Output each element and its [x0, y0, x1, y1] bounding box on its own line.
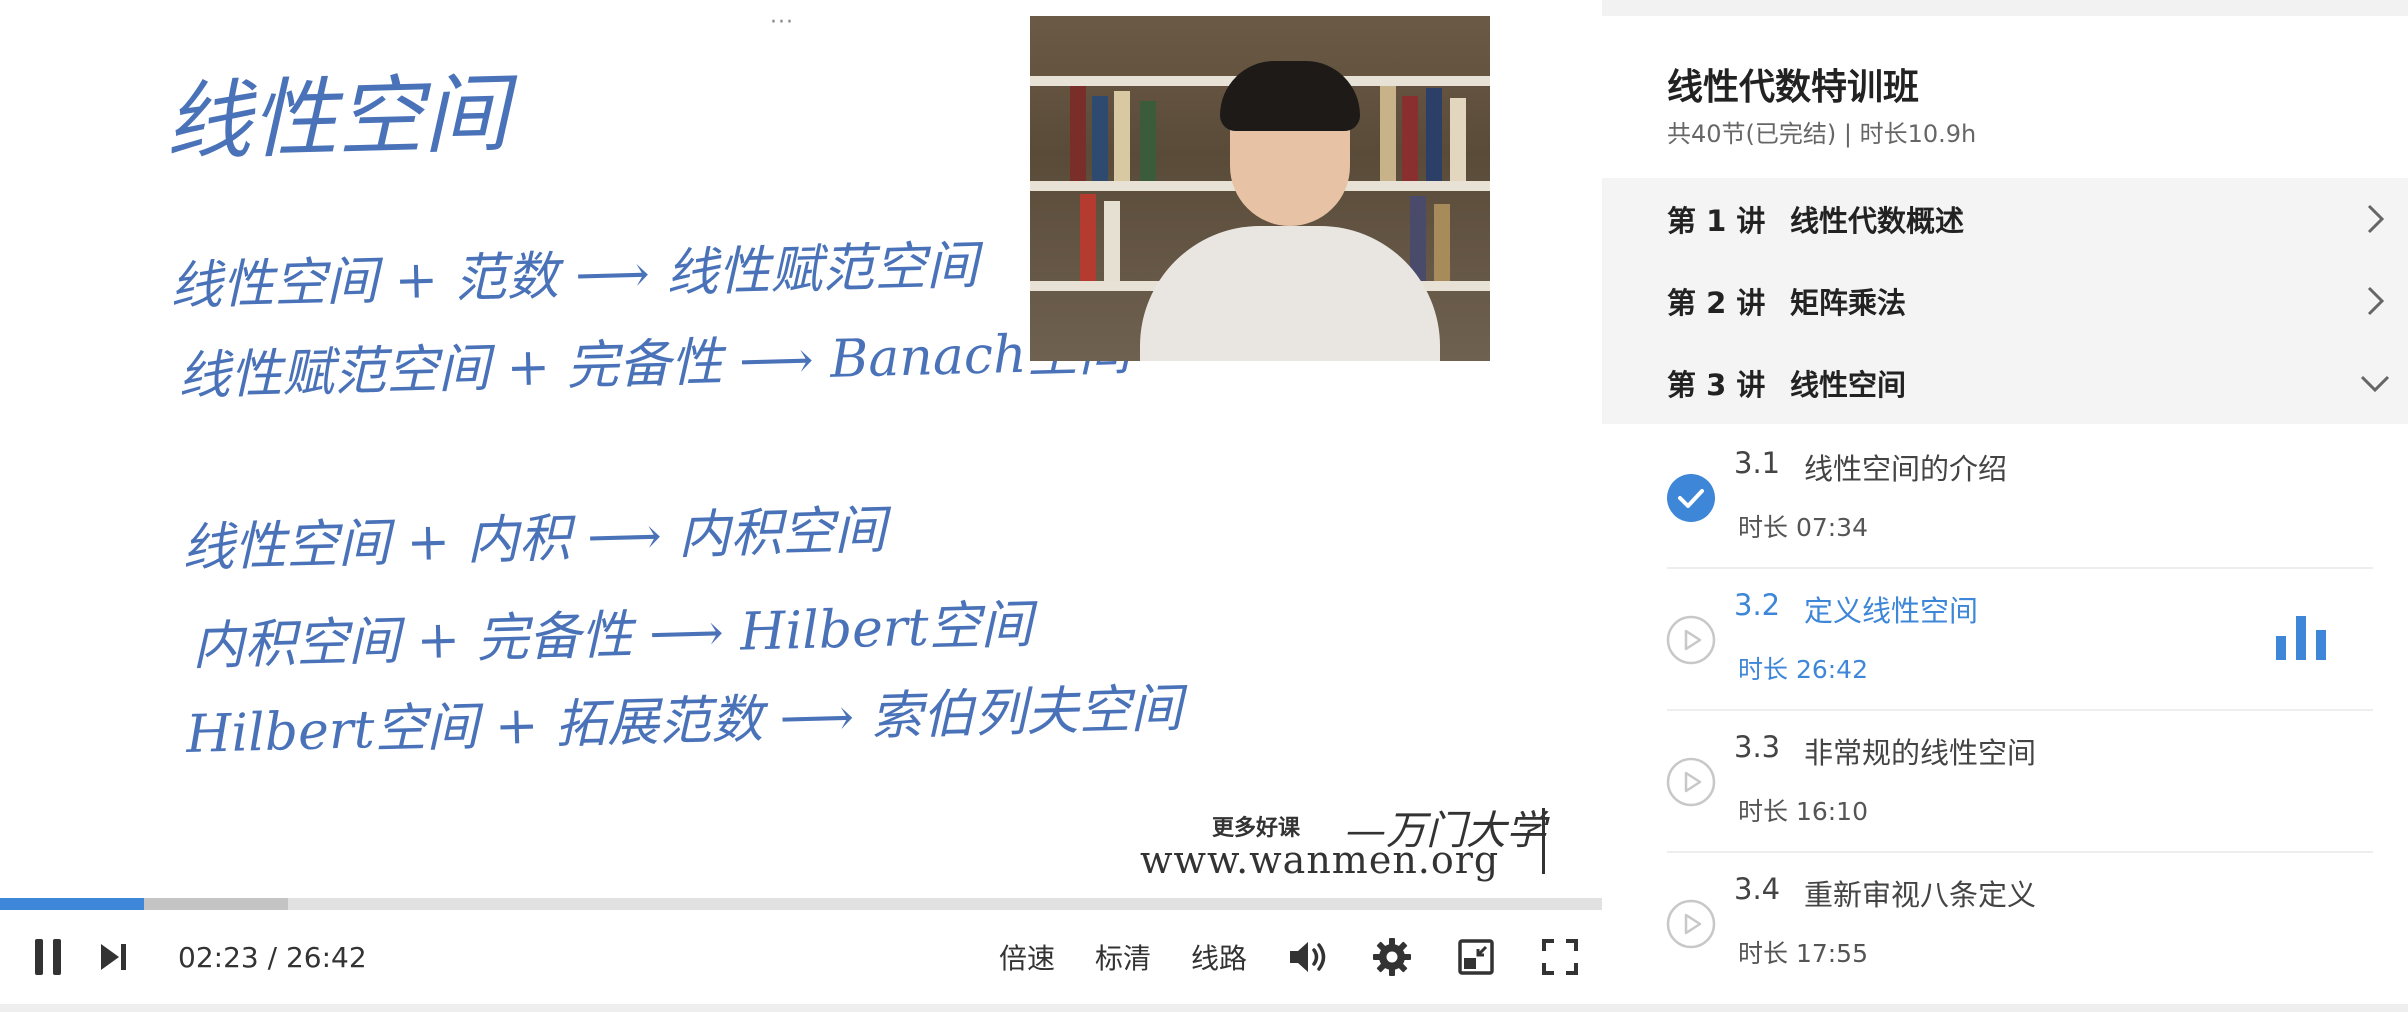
pause-icon [35, 939, 61, 975]
play-circle-icon [1666, 899, 1716, 949]
lesson-duration: 时长 07:34 [1738, 513, 1868, 542]
player-controls: 02:23 / 26:42 倍速 标清 线路 [0, 910, 1602, 1004]
lecture-row[interactable]: 第 1 讲 线性代数概述 [1602, 178, 2408, 260]
equalizer-icon [2276, 616, 2326, 660]
play-circle-icon [1666, 615, 1716, 665]
lesson-number: 3.2 [1734, 588, 1781, 622]
next-button[interactable] [92, 910, 134, 1004]
lecture-number: 第 2 讲 [1667, 286, 1766, 320]
fullscreen-button[interactable] [1538, 910, 1582, 1004]
picture-in-picture-icon [1458, 939, 1494, 975]
lesson-item[interactable]: 3.3 非常规的线性空间 时长 16:10 [1602, 710, 2408, 850]
lesson-duration: 时长 26:42 [1738, 655, 1868, 684]
lesson-item-active[interactable]: 3.2 定义线性空间 时长 26:42 [1602, 568, 2408, 708]
chevron-right-icon [2367, 286, 2385, 316]
settings-button[interactable] [1370, 910, 1414, 1004]
lesson-number: 3.3 [1734, 730, 1781, 764]
lecture-number: 第 3 讲 [1667, 368, 1766, 402]
instructor-webcam [1030, 16, 1490, 361]
instructor-body [1140, 226, 1440, 361]
next-icon [101, 944, 126, 970]
bottom-border [0, 1004, 2408, 1012]
course-title: 线性代数特训班 [1667, 67, 1920, 108]
lecture-number: 第 1 讲 [1667, 204, 1766, 238]
gear-icon [1373, 938, 1411, 976]
course-panel: 线性代数特训班 共40节(已完结) | 时长10.9h 第 1 讲 线性代数概述… [1602, 16, 2408, 1004]
lecture-row[interactable]: 第 2 讲 矩阵乘法 [1602, 260, 2408, 342]
lesson-number: 3.4 [1734, 872, 1781, 906]
time-display: 02:23 / 26:42 [178, 910, 367, 1004]
total-time: 26:42 [285, 940, 367, 974]
lesson-title: 非常规的线性空间 [1804, 736, 2037, 770]
lesson-number: 3.1 [1734, 446, 1781, 480]
chevron-right-icon [2367, 204, 2385, 234]
lecture-row[interactable]: 第 3 讲 线性空间 [1602, 342, 2408, 424]
pip-button[interactable] [1454, 910, 1498, 1004]
lesson-title: 线性空间的介绍 [1804, 452, 2008, 486]
current-time: 02:23 [178, 940, 259, 974]
board-line: Hilbert空间 + 拓展范数 ⟶ 索伯列夫空间 [185, 678, 1184, 765]
volume-icon [1290, 942, 1326, 972]
board-line: 线性空间 + 范数 ⟶ 线性赋范空间 [169, 235, 979, 317]
quality-button[interactable]: 标清 [1092, 910, 1154, 1004]
board-title: 线性空间 [163, 64, 511, 173]
volume-button[interactable] [1286, 910, 1330, 1004]
instructor-hair [1220, 61, 1360, 131]
board-line: 线性空间 + 内积 ⟶ 内积空间 [181, 500, 887, 579]
board-line: 线性赋范空间 + 完备性 ⟶ Banach空间 [177, 322, 1132, 407]
lesson-item[interactable]: 3.4 重新审视八条定义 时长 17:55 [1602, 852, 2408, 992]
lecture-title: 线性空间 [1790, 368, 1907, 402]
lesson-title: 定义线性空间 [1804, 594, 1979, 628]
fullscreen-icon [1542, 939, 1578, 975]
speed-button[interactable]: 倍速 [996, 910, 1058, 1004]
lecture-title: 矩阵乘法 [1790, 286, 1907, 320]
watermark-divider [1542, 808, 1545, 874]
progress-bar[interactable] [0, 898, 1602, 910]
play-circle-icon [1666, 757, 1716, 807]
board-line: 内积空间 + 完备性 ⟶ Hilbert空间 [191, 595, 1034, 677]
chevron-down-icon [2360, 375, 2390, 393]
lesson-duration: 时长 17:55 [1738, 939, 1868, 968]
lesson-duration: 时长 16:10 [1738, 797, 1868, 826]
lecture-title: 线性代数概述 [1790, 204, 1965, 238]
check-circle-icon [1667, 474, 1715, 522]
course-meta: 共40节(已完结) | 时长10.9h [1667, 120, 1977, 148]
lesson-item[interactable]: 3.1 线性空间的介绍 时长 07:34 [1602, 426, 2408, 566]
route-button[interactable]: 线路 [1188, 910, 1250, 1004]
pause-button[interactable] [26, 910, 72, 1004]
progress-played [0, 898, 144, 910]
time-separator: / [258, 940, 286, 974]
watermark-url: www.wanmen.org [1140, 838, 1500, 882]
video-player[interactable]: ··· 线性空间 线性空间 + 范数 ⟶ 线性赋范空间 线性赋范空间 + 完备性… [0, 0, 1602, 1012]
lesson-title: 重新审视八条定义 [1804, 878, 2037, 912]
